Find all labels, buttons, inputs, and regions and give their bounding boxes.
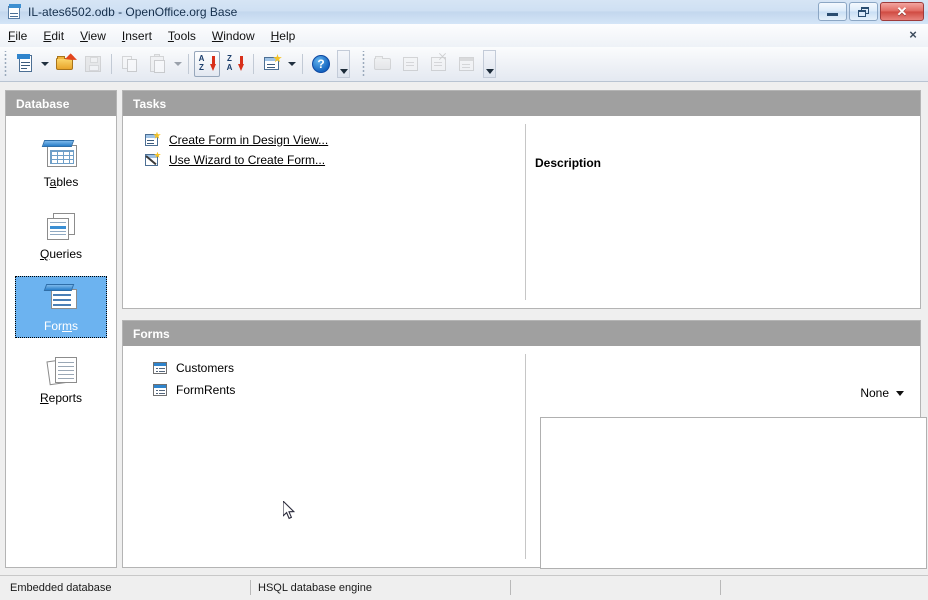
chevron-down-icon [896,390,904,396]
form-name: FormRents [176,383,236,397]
task-label: Create Form in Design View... [169,132,329,147]
menu-insert[interactable]: Insert [114,27,160,45]
object-toolbar-overflow-icon[interactable] [483,50,496,78]
close-button[interactable]: ✕ [880,2,924,21]
open-file-icon[interactable] [52,51,78,77]
new-document-icon[interactable] [12,51,38,77]
toolbar-separator [302,54,303,74]
status-separator [250,580,251,595]
preview-selector[interactable]: None [860,386,904,400]
form-icon [153,362,167,374]
base-document-icon [6,4,22,20]
forms-header: Forms [123,321,920,346]
status-bar: Embedded database HSQL database engine [0,575,928,600]
status-engine: HSQL database engine [258,582,372,594]
status-database-type: Embedded database [10,582,112,594]
object-toolbar-grip[interactable] [360,51,368,77]
sort-descending-icon[interactable]: ZA [222,51,248,77]
rename-object-icon [454,51,480,77]
toolbar-separator [253,54,254,74]
form-name: Customers [176,361,235,375]
tasks-divider [525,124,526,300]
task-list: Create Form in Design View... Use Wizard… [145,130,328,170]
database-sidebar: Database Tables Queries Forms Reports [5,90,117,568]
forms-panel: Forms Customers FormRents None [122,320,927,569]
menu-bar: File Edit View Insert Tools Window Help … [0,24,928,48]
minimize-button[interactable] [818,2,847,21]
forms-icon [41,281,81,315]
reports-icon [41,353,81,387]
main-toolbar: AZ ZA ? [0,47,928,82]
menu-view[interactable]: View [72,27,114,45]
sidebar-item-queries[interactable]: Queries [15,204,107,266]
preview-selected-value: None [860,386,889,400]
form-wizard-icon[interactable] [259,51,285,77]
form-icon [153,384,167,396]
sidebar-item-label: Tables [43,175,79,189]
paste-dropdown-icon [172,51,184,77]
tasks-header: Tasks [123,91,920,116]
toolbar-grip[interactable] [2,51,10,77]
sidebar-item-label: Queries [39,247,83,261]
task-use-wizard-create-form[interactable]: Use Wizard to Create Form... [145,150,328,169]
sidebar-item-label: Forms [44,319,78,333]
save-icon [80,51,106,77]
forms-divider [525,354,526,559]
task-create-form-design-view[interactable]: Create Form in Design View... [145,130,328,149]
sort-ascending-icon[interactable]: AZ [194,51,220,77]
tables-icon [41,137,81,171]
description-title: Description [535,156,602,170]
forms-body: Customers FormRents None [123,346,927,569]
sidebar-item-tables[interactable]: Tables [15,132,107,194]
menu-edit[interactable]: Edit [35,27,72,45]
form-wizard-dropdown-icon[interactable] [286,51,298,77]
queries-icon [41,209,81,243]
toolbar-separator [188,54,189,74]
forms-list: Customers FormRents [153,358,235,402]
delete-object-icon [426,51,452,77]
sidebar-item-label: Reports [39,391,83,405]
preview-area [540,417,927,569]
object-toolbar [358,50,498,78]
list-item[interactable]: Customers [153,358,235,378]
task-label: Use Wizard to Create Form... [169,152,326,167]
toolbar-separator [111,54,112,74]
copy-icon [117,51,143,77]
list-item[interactable]: FormRents [153,380,235,400]
title-bar: IL-ates6502.odb - OpenOffice.org Base ✕ [0,0,928,25]
paste-icon [145,51,171,77]
restore-button[interactable] [849,2,878,21]
sidebar-header: Database [6,91,116,116]
status-separator [510,580,511,595]
close-document-icon[interactable]: × [906,28,920,42]
tasks-body: Create Form in Design View... Use Wizard… [123,116,920,308]
form-wizard-icon [145,151,161,168]
create-form-design-icon [145,131,161,148]
menu-tools[interactable]: Tools [160,27,204,45]
base-application-window: IL-ates6502.odb - OpenOffice.org Base ✕ … [0,0,928,600]
menu-file[interactable]: File [0,27,35,45]
sidebar-item-reports[interactable]: Reports [15,348,107,410]
window-title: IL-ates6502.odb - OpenOffice.org Base [28,5,238,19]
new-dropdown-icon[interactable] [39,51,51,77]
sidebar-item-list: Tables Queries Forms Reports [6,116,116,410]
window-controls: ✕ [818,2,924,21]
edit-object-icon [398,51,424,77]
help-icon[interactable]: ? [308,51,334,77]
sidebar-item-forms[interactable]: Forms [15,276,107,338]
status-separator [720,580,721,595]
toolbar-overflow-icon[interactable] [337,50,350,78]
tasks-panel: Tasks Create Form in Design View... Use … [122,90,921,309]
open-object-icon [370,51,396,77]
menu-help[interactable]: Help [263,27,304,45]
menu-window[interactable]: Window [204,27,263,45]
